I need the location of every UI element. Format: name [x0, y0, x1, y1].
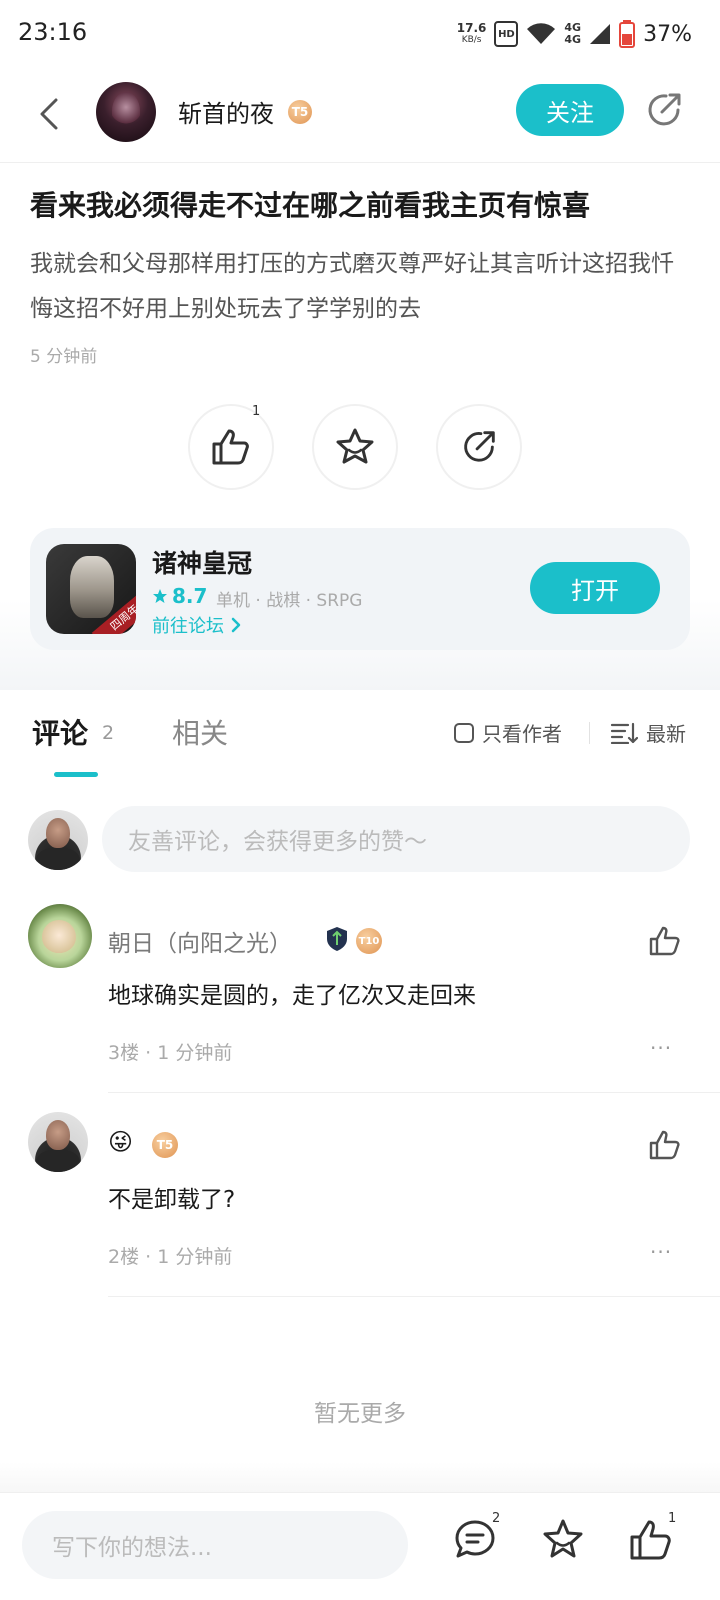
hd-icon: HD: [494, 21, 519, 47]
comment-level-badge: T10: [356, 928, 382, 954]
status-bar: 23:16 17.6 KB/s HD 4G 4G 37%: [0, 0, 720, 66]
only-author-filter[interactable]: 只看作者: [454, 718, 562, 747]
post-share-button[interactable]: [436, 404, 522, 490]
comment-input[interactable]: 友善评论，会获得更多的赞～: [102, 806, 690, 872]
comment-like-icon[interactable]: [648, 1128, 682, 1162]
comment-more-icon[interactable]: ···: [650, 1036, 672, 1060]
comment-more-icon[interactable]: ···: [650, 1240, 672, 1264]
comment-divider: [108, 1092, 720, 1093]
game-rating: 8.7: [152, 584, 207, 608]
comment-avatar[interactable]: [28, 904, 92, 968]
star-icon[interactable]: [540, 1517, 586, 1563]
comment-floor-time: 2楼 · 1 分钟前: [108, 1246, 233, 1268]
comment-user-emoji[interactable]: 😜: [108, 1128, 133, 1156]
comment-floor-time: 3楼 · 1 分钟前: [108, 1042, 233, 1064]
comment-divider: [108, 1296, 720, 1297]
header-divider: [0, 162, 720, 163]
status-time: 23:16: [18, 18, 88, 46]
comment-level-badge: T5: [152, 1132, 178, 1158]
comments-count: 2: [102, 722, 115, 744]
filter-separator: [589, 722, 590, 744]
status-indicators: 17.6 KB/s HD 4G 4G 37%: [457, 16, 692, 52]
open-game-button[interactable]: 打开: [530, 562, 660, 614]
star-icon: [336, 428, 374, 464]
post-header: 斩首的夜 T5 关注: [0, 66, 720, 162]
share-icon[interactable]: [642, 88, 686, 132]
bottom-comment-input[interactable]: 写下你的想法...: [22, 1511, 408, 1579]
chevron-right-icon: [231, 617, 241, 633]
bottom-fade: [0, 1462, 720, 1492]
network-type: 4G 4G: [564, 21, 582, 46]
signal-icon: [590, 24, 611, 44]
game-forum-link[interactable]: 前往论坛: [152, 612, 242, 638]
game-name[interactable]: 诸神皇冠: [152, 544, 252, 580]
author-name[interactable]: 斩首的夜: [178, 94, 274, 129]
bottom-like-count: 1: [668, 1511, 677, 1526]
comment-text: 不是卸载了?: [108, 1187, 236, 1213]
post-time: 5 分钟前: [30, 347, 98, 367]
battery-level: 37%: [643, 21, 692, 47]
post-favorite-button[interactable]: [312, 404, 398, 490]
post-detail-page: 23:16 17.6 KB/s HD 4G 4G 37% 斩首的夜 T5 关注 …: [0, 0, 720, 1600]
star-icon: [153, 589, 167, 603]
battery-icon: [619, 20, 636, 48]
game-icon[interactable]: 四周年: [46, 544, 136, 634]
game-card[interactable]: 四周年 诸神皇冠 8.7 单机 · 战棋 · SRPG 前往论坛 打开: [30, 528, 690, 650]
wifi-icon: [527, 23, 556, 44]
share-icon: [464, 431, 495, 462]
only-author-checkbox[interactable]: [454, 722, 474, 743]
armor-artwork: [70, 556, 114, 618]
author-level-badge: T5: [288, 100, 312, 124]
comment-avatar[interactable]: [28, 1112, 88, 1172]
comment-user-name[interactable]: 朝日（向阳之光）: [108, 924, 292, 958]
back-icon[interactable]: [30, 92, 70, 136]
bottom-comment-count: 2: [492, 1511, 501, 1526]
tab-comments[interactable]: 评论: [32, 712, 88, 752]
thumbs-up-icon: [212, 429, 249, 465]
sort-icon: [610, 722, 638, 744]
post-title: 看来我必须得走不过在哪之前看我主页有惊喜: [30, 189, 591, 222]
comment-like-icon[interactable]: [648, 924, 682, 958]
follow-button[interactable]: 关注: [516, 84, 624, 136]
my-avatar: [28, 810, 88, 870]
post-like-button[interactable]: [188, 404, 274, 490]
comment-text: 地球确实是圆的，走了亿次又走回来: [108, 983, 476, 1009]
network-speed: 17.6 KB/s: [456, 21, 487, 45]
post-like-count: 1: [252, 404, 261, 419]
author-avatar[interactable]: [96, 82, 156, 142]
sort-toggle[interactable]: 最新: [610, 718, 686, 747]
shield-badge-icon: [327, 927, 347, 951]
tab-related[interactable]: 相关: [172, 712, 228, 752]
bottom-bar: 写下你的想法... 2 1: [0, 1492, 720, 1600]
game-tags: 单机 · 战棋 · SRPG: [216, 591, 363, 611]
post-body: 我就会和父母那样用打压的方式磨灭尊严好让其言听计这招我忏悔这招不好用上别处玩去了…: [30, 251, 674, 322]
active-tab-indicator: [54, 772, 98, 777]
no-more-text: 暂无更多: [314, 1401, 406, 1427]
